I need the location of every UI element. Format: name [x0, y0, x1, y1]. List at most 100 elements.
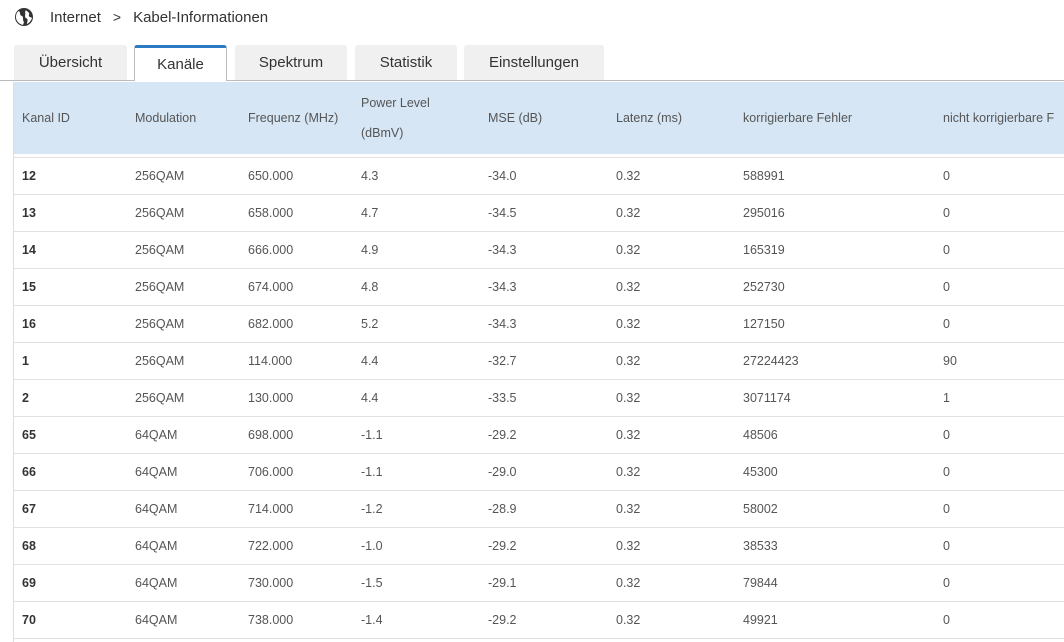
cell-korrigierbare-fehler: 58002: [743, 502, 778, 516]
cell-korrigierbare-fehler: 295016: [743, 206, 785, 220]
tab-statistik[interactable]: Statistik: [355, 45, 457, 80]
header-power-level: Power Level (dBmV): [361, 82, 430, 154]
cell-power-level: 4.3: [361, 169, 379, 183]
cell-modulation: 256QAM: [135, 206, 185, 220]
header-power-level-line2: (dBmV): [361, 126, 404, 140]
cell-mse: -29.1: [488, 576, 517, 590]
cell-latenz: 0.32: [616, 465, 641, 479]
header-modulation: Modulation: [135, 111, 197, 125]
cell-power-level: -1.5: [361, 576, 383, 590]
cell-power-level: 4.8: [361, 280, 379, 294]
cell-latenz: 0.32: [616, 613, 641, 627]
cell-kanal-id: 69: [22, 576, 36, 590]
cell-modulation: 64QAM: [135, 539, 178, 553]
cell-nicht-korrigierbare-fehler: 0: [943, 465, 950, 479]
cell-nicht-korrigierbare-fehler: 0: [943, 428, 950, 442]
cell-modulation: 64QAM: [135, 576, 178, 590]
cell-korrigierbare-fehler: 38533: [743, 539, 778, 553]
cell-frequenz: 722.000: [248, 539, 294, 553]
cell-modulation: 256QAM: [135, 317, 185, 331]
cell-nicht-korrigierbare-fehler: 0: [943, 502, 950, 516]
header-mse: MSE (dB): [488, 111, 543, 125]
cell-korrigierbare-fehler: 79844: [743, 576, 778, 590]
cell-modulation: 256QAM: [135, 354, 185, 368]
cell-korrigierbare-fehler: 48506: [743, 428, 778, 442]
cell-nicht-korrigierbare-fehler: 0: [943, 280, 950, 294]
cell-latenz: 0.32: [616, 539, 641, 553]
cell-latenz: 0.32: [616, 576, 641, 590]
breadcrumb: Internet > Kabel-Informationen: [14, 6, 268, 28]
cell-latenz: 0.32: [616, 502, 641, 516]
cell-kanal-id: 67: [22, 502, 36, 516]
cell-nicht-korrigierbare-fehler: 0: [943, 243, 950, 257]
header-korrigierbare-fehler: korrigierbare Fehler: [743, 111, 853, 125]
tab-einstellungen[interactable]: Einstellungen: [464, 45, 604, 80]
table-row: 67 64QAM 714.000 -1.2 -28.9 0.32 58002 0: [14, 491, 1064, 528]
cell-mse: -32.7: [488, 354, 517, 368]
table-row: 16 256QAM 682.000 5.2 -34.3 0.32 127150 0: [14, 306, 1064, 343]
table-body: 12 256QAM 650.000 4.3 -34.0 0.32 588991 0 13 256Q…: [14, 157, 1064, 639]
cell-modulation: 64QAM: [135, 428, 178, 442]
cell-frequenz: 674.000: [248, 280, 294, 294]
tab-kanaele[interactable]: Kanäle: [134, 45, 227, 81]
cell-kanal-id: 70: [22, 613, 36, 627]
cell-frequenz: 130.000: [248, 391, 294, 405]
cell-nicht-korrigierbare-fehler: 0: [943, 317, 950, 331]
chevron-right-icon: >: [112, 9, 122, 25]
cell-power-level: 4.9: [361, 243, 379, 257]
table-row: 66 64QAM 706.000 -1.1 -29.0 0.32 45300 0: [14, 454, 1064, 491]
cell-nicht-korrigierbare-fehler: 90: [943, 354, 957, 368]
table-row: 69 64QAM 730.000 -1.5 -29.1 0.32 79844 0: [14, 565, 1064, 602]
cell-power-level: -1.4: [361, 613, 383, 627]
cell-modulation: 64QAM: [135, 502, 178, 516]
cell-latenz: 0.32: [616, 354, 641, 368]
cell-frequenz: 666.000: [248, 243, 294, 257]
cell-power-level: 5.2: [361, 317, 379, 331]
cell-modulation: 256QAM: [135, 169, 185, 183]
cell-frequenz: 650.000: [248, 169, 294, 183]
cell-power-level: -1.1: [361, 428, 383, 442]
cell-power-level: -1.2: [361, 502, 383, 516]
table-row: 12 256QAM 650.000 4.3 -34.0 0.32 588991 0: [14, 158, 1064, 195]
header-kanal-id: Kanal ID: [22, 111, 70, 125]
table-header: Kanal ID Modulation Frequenz (MHz) Power…: [14, 82, 1064, 154]
cell-frequenz: 714.000: [248, 502, 294, 516]
breadcrumb-internet[interactable]: Internet: [50, 9, 101, 26]
cell-kanal-id: 66: [22, 465, 36, 479]
cell-latenz: 0.32: [616, 280, 641, 294]
cell-mse: -34.3: [488, 317, 517, 331]
cell-korrigierbare-fehler: 27224423: [743, 354, 799, 368]
tab-uebersicht[interactable]: Übersicht: [14, 45, 127, 80]
cell-power-level: -1.0: [361, 539, 383, 553]
cell-modulation: 64QAM: [135, 613, 178, 627]
cell-frequenz: 658.000: [248, 206, 294, 220]
cell-latenz: 0.32: [616, 317, 641, 331]
table-row: 15 256QAM 674.000 4.8 -34.3 0.32 252730 0: [14, 269, 1064, 306]
cell-latenz: 0.32: [616, 243, 641, 257]
cell-latenz: 0.32: [616, 391, 641, 405]
cell-mse: -29.2: [488, 539, 517, 553]
tab-spektrum[interactable]: Spektrum: [235, 45, 347, 80]
cell-latenz: 0.32: [616, 428, 641, 442]
cell-power-level: -1.1: [361, 465, 383, 479]
cell-nicht-korrigierbare-fehler: 0: [943, 576, 950, 590]
cell-korrigierbare-fehler: 252730: [743, 280, 785, 294]
cell-korrigierbare-fehler: 165319: [743, 243, 785, 257]
cell-mse: -34.5: [488, 206, 517, 220]
cell-kanal-id: 16: [22, 317, 36, 331]
cell-frequenz: 738.000: [248, 613, 294, 627]
cell-korrigierbare-fehler: 45300: [743, 465, 778, 479]
table-row: 13 256QAM 658.000 4.7 -34.5 0.32 295016 0: [14, 195, 1064, 232]
cell-kanal-id: 13: [22, 206, 36, 220]
cell-frequenz: 698.000: [248, 428, 294, 442]
cell-power-level: 4.4: [361, 354, 379, 368]
cell-modulation: 256QAM: [135, 280, 185, 294]
cell-modulation: 256QAM: [135, 243, 185, 257]
channel-table: Kanal ID Modulation Frequenz (MHz) Power…: [13, 82, 1064, 642]
cell-korrigierbare-fehler: 3071174: [743, 391, 791, 405]
cell-frequenz: 682.000: [248, 317, 294, 331]
cell-frequenz: 706.000: [248, 465, 294, 479]
cell-kanal-id: 65: [22, 428, 36, 442]
cell-kanal-id: 15: [22, 280, 36, 294]
cell-mse: -29.2: [488, 428, 517, 442]
